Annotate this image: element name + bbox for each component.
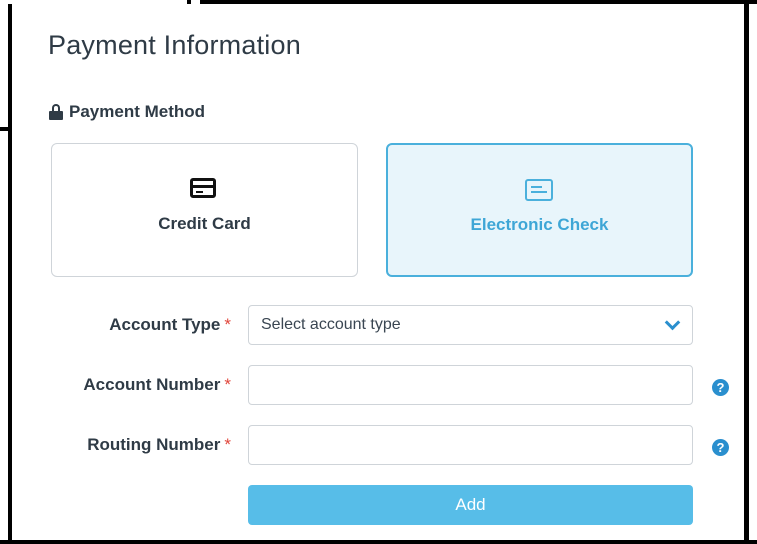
lock-icon bbox=[49, 104, 63, 120]
account-type-select[interactable]: Select account type bbox=[248, 305, 693, 345]
account-number-help-icon[interactable]: ? bbox=[712, 379, 729, 396]
routing-number-input[interactable] bbox=[248, 425, 693, 465]
payment-panel: Payment Information Payment Method Credi… bbox=[8, 4, 749, 540]
account-number-label: Account Number * bbox=[83, 375, 231, 394]
account-type-placeholder: Select account type bbox=[261, 316, 401, 333]
required-marker: * bbox=[224, 435, 231, 454]
check-icon bbox=[524, 179, 555, 201]
account-number-input[interactable] bbox=[248, 365, 693, 405]
account-type-label: Account Type * bbox=[109, 315, 231, 334]
credit-card-icon bbox=[189, 178, 220, 198]
add-button[interactable]: Add bbox=[248, 485, 693, 525]
routing-number-label: Routing Number * bbox=[87, 435, 231, 454]
required-marker: * bbox=[224, 315, 231, 334]
credit-card-option[interactable]: Credit Card bbox=[51, 143, 358, 277]
frame-bottom-border bbox=[0, 540, 757, 544]
electronic-check-label: Electronic Check bbox=[470, 215, 609, 234]
credit-card-label: Credit Card bbox=[158, 214, 251, 233]
routing-number-help-icon[interactable]: ? bbox=[712, 439, 729, 456]
electronic-check-option[interactable]: Electronic Check bbox=[386, 143, 693, 277]
payment-method-text: Payment Method bbox=[69, 102, 206, 121]
required-marker: * bbox=[224, 375, 231, 394]
chevron-down-icon bbox=[664, 314, 681, 331]
page-title: Payment Information bbox=[48, 30, 301, 60]
payment-method-label: Payment Method bbox=[49, 102, 205, 122]
